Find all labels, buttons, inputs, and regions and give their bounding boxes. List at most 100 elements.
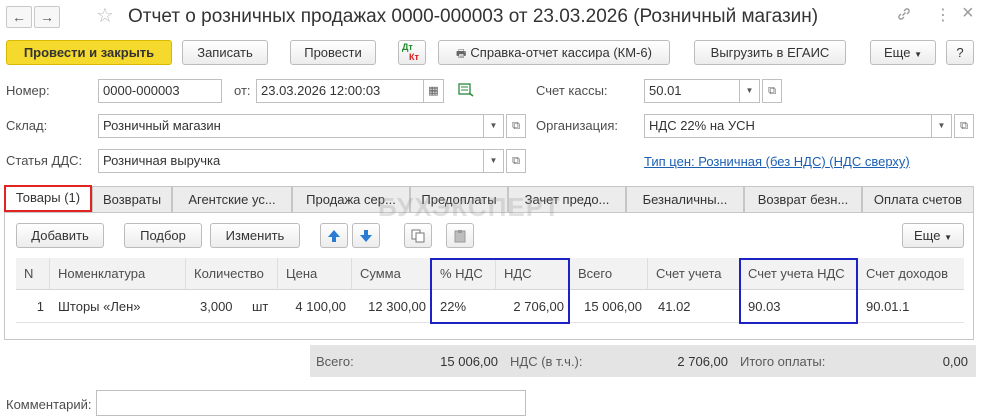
edit-button[interactable]: Изменить xyxy=(210,223,300,248)
comment-input[interactable] xyxy=(96,390,526,416)
table-more-label: Еще xyxy=(914,228,941,243)
number-input[interactable]: 0000-000003 xyxy=(98,79,222,103)
tab-cashless[interactable]: Безналичны... xyxy=(626,186,744,212)
tab-returns[interactable]: Возвраты xyxy=(92,186,172,212)
warehouse-input[interactable]: Розничный магазин xyxy=(98,114,484,138)
cell-vat[interactable]: 2 706,00 xyxy=(496,291,570,323)
document-history-icon xyxy=(458,83,474,97)
dt-label: Дт xyxy=(402,42,413,52)
comment-label: Комментарий: xyxy=(6,397,92,412)
paid-label: Итого оплаты: xyxy=(740,354,826,369)
cell-item[interactable]: Шторы «Лен» xyxy=(50,291,186,323)
column-header-income-account[interactable]: Счет доходов xyxy=(858,258,964,290)
link-icon[interactable] xyxy=(896,6,912,28)
open-icon: ⧉ xyxy=(512,120,520,132)
calendar-button[interactable]: ▦ xyxy=(424,79,444,103)
warehouse-open-button[interactable]: ⧉ xyxy=(506,114,526,138)
copy-icon xyxy=(411,229,425,243)
tab-cashless-return[interactable]: Возврат безн... xyxy=(744,186,862,212)
total-label: Всего: xyxy=(316,354,354,369)
column-header-qty[interactable]: Количество xyxy=(186,258,278,290)
clipboard-icon xyxy=(454,230,466,243)
column-header-vat-account[interactable]: Счет учета НДС xyxy=(740,258,858,290)
column-header-vat-rate[interactable]: % НДС xyxy=(432,258,496,290)
post-and-close-button[interactable]: Провести и закрыть xyxy=(6,40,172,65)
cell-vat-rate[interactable]: 22% xyxy=(432,291,496,323)
paste-row-button[interactable] xyxy=(446,223,474,248)
warehouse-dropdown[interactable]: ▼ xyxy=(484,114,504,138)
tab-goods[interactable]: Товары (1) xyxy=(4,185,92,212)
open-icon: ⧉ xyxy=(960,120,968,132)
column-header-account[interactable]: Счет учета xyxy=(648,258,740,290)
copy-row-button[interactable] xyxy=(404,223,432,248)
column-header-item[interactable]: Номенклатура xyxy=(50,258,186,290)
arrow-down-icon xyxy=(360,230,372,242)
chain-link-icon xyxy=(898,8,910,20)
organization-input[interactable]: НДС 22% на УСН xyxy=(644,114,932,138)
dropdown-arrow-icon: ▼ xyxy=(944,233,952,242)
dt-kt-button[interactable]: Дт Кт xyxy=(398,40,426,65)
column-header-total[interactable]: Всего xyxy=(570,258,648,290)
total-value: 15 006,00 xyxy=(440,354,498,369)
column-header-sum[interactable]: Сумма xyxy=(352,258,432,290)
warehouse-label: Склад: xyxy=(6,118,48,133)
dds-open-button[interactable]: ⧉ xyxy=(506,149,526,173)
dds-dropdown[interactable]: ▼ xyxy=(484,149,504,173)
cashier-report-label: Справка-отчет кассира (КМ-6) xyxy=(470,45,652,60)
date-input[interactable]: 23.03.2026 12:00:03 xyxy=(256,79,424,103)
tab-invoice-payment[interactable]: Оплата счетов xyxy=(862,186,974,212)
cell-price[interactable]: 4 100,00 xyxy=(278,291,352,323)
more-actions-icon[interactable]: ⋮ xyxy=(935,6,951,26)
open-icon: ⧉ xyxy=(512,155,520,167)
move-down-button[interactable] xyxy=(352,223,380,248)
history-icon[interactable] xyxy=(458,82,478,100)
cell-n: 1 xyxy=(36,299,44,314)
save-button[interactable]: Записать xyxy=(182,40,268,65)
cash-account-open-button[interactable]: ⧉ xyxy=(762,79,782,103)
move-up-button[interactable] xyxy=(320,223,348,248)
cashier-report-button[interactable]: 🖶 Справка-отчет кассира (КМ-6) xyxy=(438,40,670,65)
table-more-button[interactable]: Еще ▼ xyxy=(902,223,964,248)
column-header-price[interactable]: Цена xyxy=(278,258,352,290)
cash-account-label: Счет кассы: xyxy=(536,83,608,98)
cell-sum[interactable]: 12 300,00 xyxy=(352,291,432,323)
printer-icon: 🖶 xyxy=(456,48,467,60)
open-icon: ⧉ xyxy=(768,85,776,97)
egais-export-button[interactable]: Выгрузить в ЕГАИС xyxy=(694,40,846,65)
close-icon[interactable]: × xyxy=(962,3,974,23)
forward-arrow-icon: → xyxy=(40,9,54,25)
arrow-up-icon xyxy=(328,230,340,242)
cell-qty[interactable]: 3,000 xyxy=(192,291,242,323)
cell-vat-account[interactable]: 90.03 xyxy=(740,291,858,323)
dds-input[interactable]: Розничная выручка xyxy=(98,149,484,173)
kt-label: Кт xyxy=(409,52,419,62)
price-type-link[interactable]: Тип цен: Розничная (без НДС) (НДС сверху… xyxy=(644,153,910,171)
favorite-star-icon[interactable]: ☆ xyxy=(96,4,114,28)
cell-unit: шт xyxy=(252,299,269,314)
cell-income-account[interactable]: 90.01.1 xyxy=(858,291,964,323)
cell-account[interactable]: 41.02 xyxy=(650,291,740,323)
organization-open-button[interactable]: ⧉ xyxy=(954,114,974,138)
organization-label: Организация: xyxy=(536,118,619,133)
dropdown-arrow-icon: ▼ xyxy=(914,50,922,59)
cash-account-input[interactable]: 50.01 xyxy=(644,79,740,103)
more-button[interactable]: Еще ▼ xyxy=(870,40,936,65)
column-header-n[interactable]: N xyxy=(16,258,50,290)
vat-total-value: 2 706,00 xyxy=(677,354,728,369)
tab-agent-services[interactable]: Агентские ус... xyxy=(172,186,292,212)
vat-total-label: НДС (в т.ч.): xyxy=(510,354,583,369)
column-header-vat[interactable]: НДС xyxy=(496,258,570,290)
organization-dropdown[interactable]: ▼ xyxy=(932,114,952,138)
pick-button[interactable]: Подбор xyxy=(124,223,202,248)
chevron-down-icon: ▼ xyxy=(937,121,946,130)
paid-value: 0,00 xyxy=(942,354,968,369)
post-button[interactable]: Провести xyxy=(290,40,376,65)
back-button[interactable]: ← xyxy=(6,6,32,28)
cash-account-dropdown[interactable]: ▼ xyxy=(740,79,760,103)
add-row-button[interactable]: Добавить xyxy=(16,223,104,248)
back-arrow-icon: ← xyxy=(12,9,26,25)
chevron-down-icon: ▼ xyxy=(489,156,498,165)
help-button[interactable]: ? xyxy=(946,40,974,65)
forward-button[interactable]: → xyxy=(34,6,60,28)
watermark: БУХЭКСПЕРТ xyxy=(378,192,561,222)
